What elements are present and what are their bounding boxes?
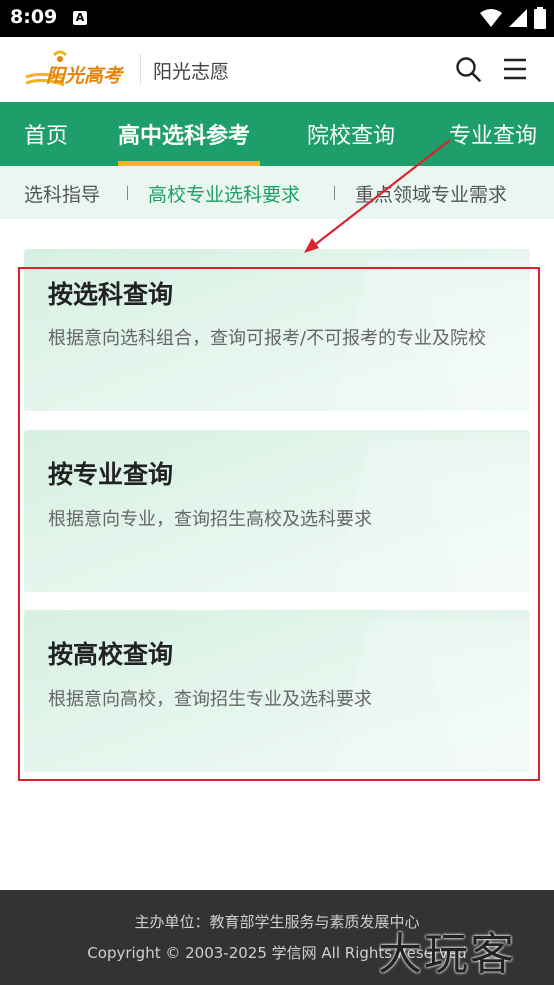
notification-icon: A bbox=[73, 11, 87, 25]
tab-major-search[interactable]: 专业查询 bbox=[449, 118, 537, 150]
status-time: 8:09 bbox=[10, 6, 58, 28]
site-header: 阳光高考 阳光志愿 bbox=[0, 37, 554, 102]
battery-icon bbox=[534, 7, 546, 29]
subnav-subject-guide[interactable]: 选科指导 bbox=[24, 180, 100, 207]
search-icon[interactable] bbox=[455, 56, 481, 82]
tab-subject-reference[interactable]: 高中选科参考 bbox=[118, 118, 250, 150]
menu-icon[interactable] bbox=[502, 57, 528, 81]
subnav-separator bbox=[334, 186, 335, 200]
system-icons bbox=[480, 7, 546, 29]
logo-text: 阳光高考 bbox=[46, 65, 123, 87]
wifi-icon bbox=[480, 9, 502, 27]
subnav-separator bbox=[127, 186, 128, 200]
sub-nav: 选科指导 高校专业选科要求 重点领域专业需求 bbox=[0, 166, 554, 219]
subnav-university-requirements[interactable]: 高校专业选科要求 bbox=[148, 180, 300, 207]
watermark: 大玩客 bbox=[378, 929, 516, 980]
tab-home[interactable]: 首页 bbox=[24, 118, 68, 150]
status-bar: 8:09 A bbox=[0, 0, 554, 37]
tab-school-search[interactable]: 院校查询 bbox=[307, 118, 395, 150]
brand-subtitle: 阳光志愿 bbox=[153, 61, 230, 83]
main-nav: 首页 高中选科参考 院校查询 专业查询 bbox=[0, 102, 554, 166]
site-logo[interactable]: 阳光高考 bbox=[24, 49, 128, 93]
subnav-key-fields[interactable]: 重点领域专业需求 bbox=[355, 180, 507, 207]
annotation-highlight-box bbox=[18, 267, 540, 781]
header-divider bbox=[140, 54, 141, 84]
signal-icon bbox=[509, 9, 527, 27]
